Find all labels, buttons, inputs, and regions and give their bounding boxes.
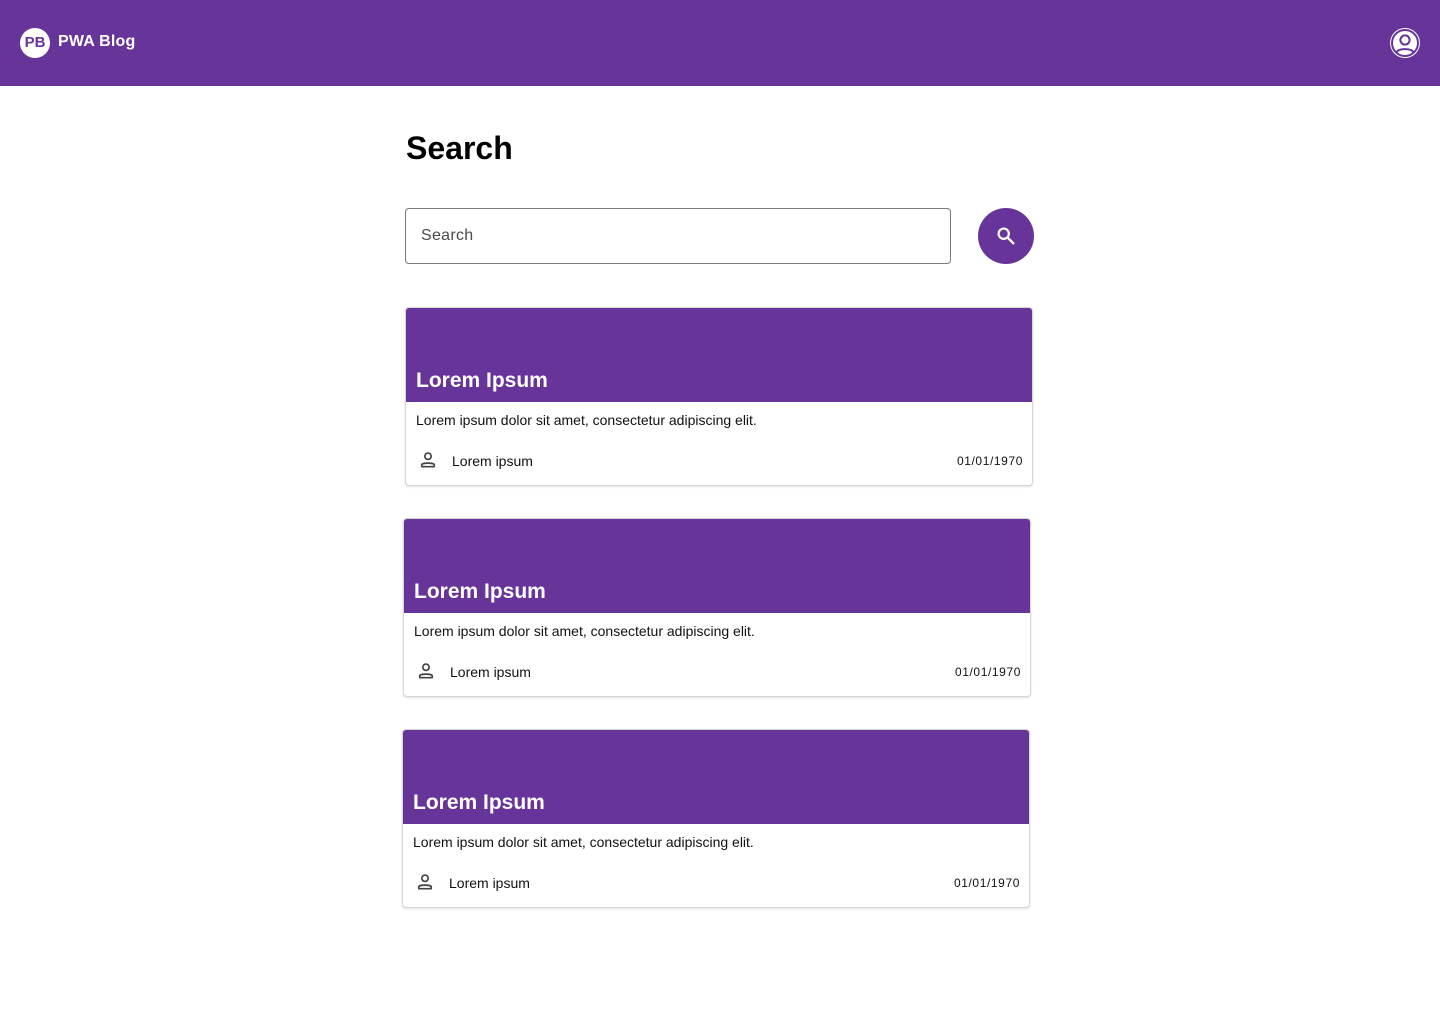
page-title: Search — [406, 130, 513, 166]
account-circle-icon — [1391, 29, 1419, 57]
person-icon — [417, 874, 433, 890]
search-button[interactable] — [978, 208, 1034, 264]
app-bar: PB PWA Blog — [0, 0, 1440, 86]
post-title[interactable]: Lorem Ipsum — [416, 369, 548, 393]
post-date: 01/01/1970 — [953, 876, 1020, 890]
search-field[interactable] — [405, 208, 951, 264]
account-button[interactable] — [1390, 28, 1420, 58]
post-author: Lorem ipsum — [450, 664, 531, 680]
post-author: Lorem ipsum — [449, 875, 530, 891]
app-title[interactable]: PWA Blog — [58, 33, 135, 51]
post-card[interactable]: Lorem Ipsum Lorem ipsum dolor sit amet, … — [403, 518, 1031, 697]
post-description: Lorem ipsum dolor sit amet, consectetur … — [416, 412, 757, 428]
search-icon — [997, 227, 1015, 245]
person-icon — [420, 452, 436, 468]
post-author: Lorem ipsum — [452, 453, 533, 469]
post-card[interactable]: Lorem Ipsum Lorem ipsum dolor sit amet, … — [405, 307, 1033, 486]
post-date: 01/01/1970 — [954, 665, 1021, 679]
logo-avatar[interactable]: PB — [20, 28, 50, 58]
post-date: 01/01/1970 — [956, 454, 1023, 468]
post-title[interactable]: Lorem Ipsum — [414, 580, 546, 604]
post-description: Lorem ipsum dolor sit amet, consectetur … — [414, 623, 755, 639]
post-title[interactable]: Lorem Ipsum — [413, 791, 545, 815]
post-card[interactable]: Lorem Ipsum Lorem ipsum dolor sit amet, … — [402, 729, 1030, 908]
post-description: Lorem ipsum dolor sit amet, consectetur … — [413, 834, 754, 850]
person-icon — [418, 663, 434, 679]
search-input[interactable] — [406, 209, 950, 263]
